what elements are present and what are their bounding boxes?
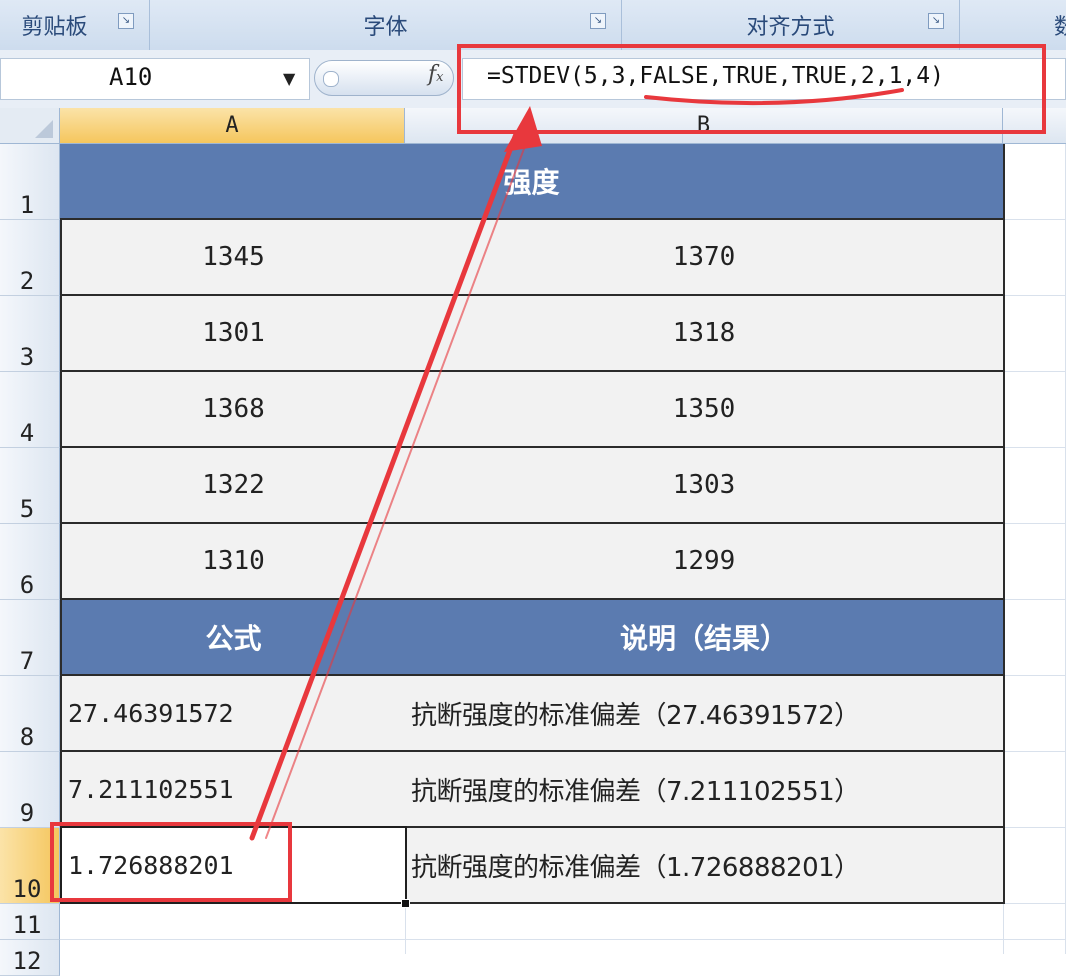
annotation-overlay [249, 88, 904, 841]
underline-annotation [644, 88, 904, 106]
arrow-head-icon [504, 106, 542, 152]
arrow-shaft-highlight [265, 137, 529, 839]
arrow-shaft [249, 131, 519, 841]
